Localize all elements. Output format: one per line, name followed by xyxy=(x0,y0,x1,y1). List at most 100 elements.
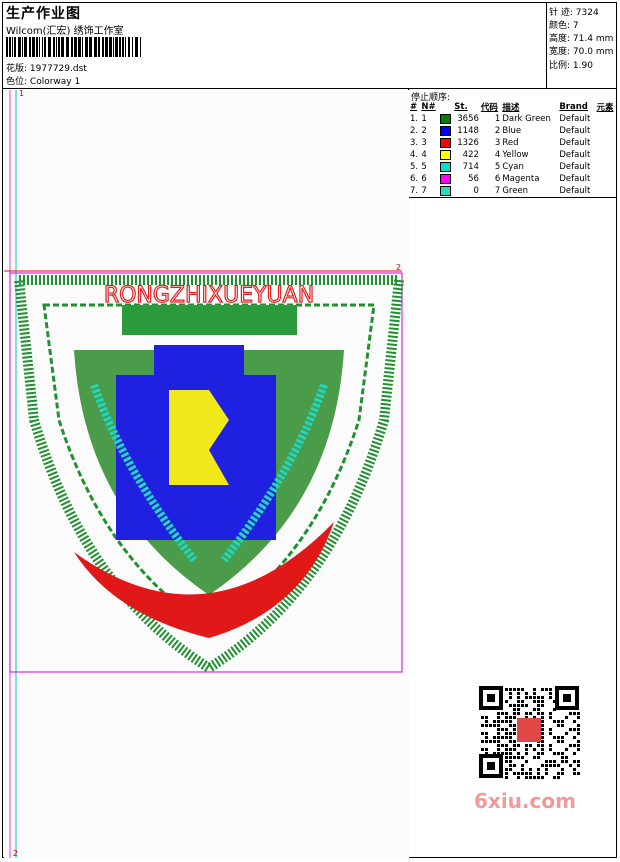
cell-element xyxy=(596,149,617,161)
marker-2: 2 xyxy=(396,263,401,272)
cell-swatch xyxy=(439,161,454,173)
cell-desc: Magenta xyxy=(502,174,540,184)
info-height: 高度: 71.4 mm xyxy=(549,34,614,44)
cell-brand: Default xyxy=(559,174,591,184)
watermark: 6xiu.com xyxy=(474,789,576,813)
color-swatch xyxy=(439,113,451,124)
cell-n: 5 xyxy=(421,162,427,172)
cell-brand: Default xyxy=(559,162,591,172)
col-swatch xyxy=(439,101,454,113)
cell-element xyxy=(596,125,617,137)
cell-brand: Default xyxy=(559,150,591,160)
table-row: 5. 5 714 5 Cyan Default xyxy=(409,161,617,173)
cell-brand: Default xyxy=(558,185,596,198)
info-stitches: 针 迹: 7324 xyxy=(549,8,599,18)
table-row: 2. 2 1148 2 Blue Default xyxy=(409,125,617,137)
color-swatch xyxy=(439,137,451,148)
cell-stitches: 1148 xyxy=(457,126,479,136)
col-desc: 描述 xyxy=(502,103,520,113)
table-row: 1. 1 3656 1 Dark Green Default xyxy=(409,113,617,125)
table-row: 6. 6 56 6 Magenta Default xyxy=(409,173,617,185)
color-swatch xyxy=(439,161,451,172)
cell-stitches: 0 xyxy=(453,185,480,198)
color-sequence-table: # N# St. 代码 描述 Brand 元素 1. 1 3656 1 Dark Gre… xyxy=(409,101,617,198)
col-brand: Brand xyxy=(559,102,588,112)
cell-desc: Dark Green xyxy=(502,114,551,124)
col-n: N# xyxy=(421,102,436,112)
cell-element xyxy=(596,173,617,185)
cell-stitches: 422 xyxy=(462,150,479,160)
cell-n: 2 xyxy=(421,126,427,136)
cell-desc: Blue xyxy=(502,126,522,136)
col-number: # xyxy=(410,102,418,112)
cell-desc: Red xyxy=(502,138,519,148)
cell-num: 2. xyxy=(410,126,419,136)
col-stitches: St. xyxy=(454,102,468,112)
marker-3: 2 xyxy=(13,849,18,858)
cell-stitches: 1326 xyxy=(457,138,479,148)
qr-code xyxy=(473,682,585,782)
cell-swatch xyxy=(438,185,454,198)
cell-n: 1 xyxy=(421,114,427,124)
cell-num: 1. xyxy=(410,114,419,124)
cell-swatch xyxy=(439,137,454,149)
table-header-row: # N# St. 代码 描述 Brand 元素 xyxy=(409,101,617,113)
color-swatch xyxy=(439,149,451,160)
cell-stitches: 3656 xyxy=(457,114,479,124)
cell-brand: Default xyxy=(559,114,591,124)
design-file-value: 1977729.dst xyxy=(29,64,87,74)
embroidery-design: RONGZHIXUEYUAN 1 2 2 xyxy=(4,89,405,858)
design-file: 花版: 1977729.dst xyxy=(6,64,87,74)
table-row: 3. 3 1326 3 Red Default xyxy=(409,137,617,149)
barcode xyxy=(6,37,141,57)
color-swatch xyxy=(439,125,451,136)
cell-code: 4 xyxy=(494,150,501,160)
cell-swatch xyxy=(439,125,454,137)
cell-brand: Default xyxy=(559,126,591,136)
colorway-value: Colorway 1 xyxy=(29,77,81,87)
cell-num: 5. xyxy=(410,162,419,172)
col-code: 代码 xyxy=(480,103,498,113)
color-swatch xyxy=(439,173,451,184)
col-element: 元素 xyxy=(596,103,614,113)
cell-desc: Green xyxy=(501,185,559,198)
company-name: Wilcom(汇宏) 绣饰工作室 xyxy=(6,26,124,37)
cell-n: 4 xyxy=(421,150,427,160)
cell-code: 6 xyxy=(494,174,501,184)
cell-code: 2 xyxy=(494,126,501,136)
cell-element xyxy=(596,161,617,173)
cell-num: 6. xyxy=(410,174,419,184)
cell-num: 3. xyxy=(410,138,419,148)
cell-swatch xyxy=(439,149,454,161)
info-scale: 比例: 1.90 xyxy=(549,61,593,71)
cell-code: 1 xyxy=(494,114,501,124)
header-divider xyxy=(2,88,617,89)
table-row: 7. 7 0 7 Green Default xyxy=(409,185,617,198)
cell-element xyxy=(596,113,617,125)
colorway: 色位: Colorway 1 xyxy=(6,77,81,87)
cell-num: 7. xyxy=(409,185,421,198)
cell-code: 5 xyxy=(494,162,501,172)
cell-element xyxy=(596,137,617,149)
cell-swatch xyxy=(439,113,454,125)
design-preview: RONGZHIXUEYUAN 1 2 2 xyxy=(4,89,409,858)
color-swatch xyxy=(439,185,451,196)
cell-n: 7 xyxy=(420,185,439,198)
page-title: 生产作业图 xyxy=(6,6,81,22)
info-width: 宽度: 70.0 mm xyxy=(549,47,614,57)
cell-stitches: 714 xyxy=(462,162,479,172)
cell-desc: Cyan xyxy=(502,162,524,172)
cell-n: 6 xyxy=(421,174,427,184)
cell-element xyxy=(595,185,617,198)
cell-code: 7 xyxy=(479,185,502,198)
info-colors: 颜色: 7 xyxy=(549,21,579,31)
cell-stitches: 56 xyxy=(468,174,479,184)
cell-n: 3 xyxy=(421,138,427,148)
table-row: 4. 4 422 4 Yellow Default xyxy=(409,149,617,161)
cell-swatch xyxy=(439,173,454,185)
cell-num: 4. xyxy=(410,150,419,160)
cell-brand: Default xyxy=(559,138,591,148)
info-divider xyxy=(546,2,547,88)
cell-code: 3 xyxy=(494,138,501,148)
embroidered-text: RONGZHIXUEYUAN xyxy=(104,283,314,308)
